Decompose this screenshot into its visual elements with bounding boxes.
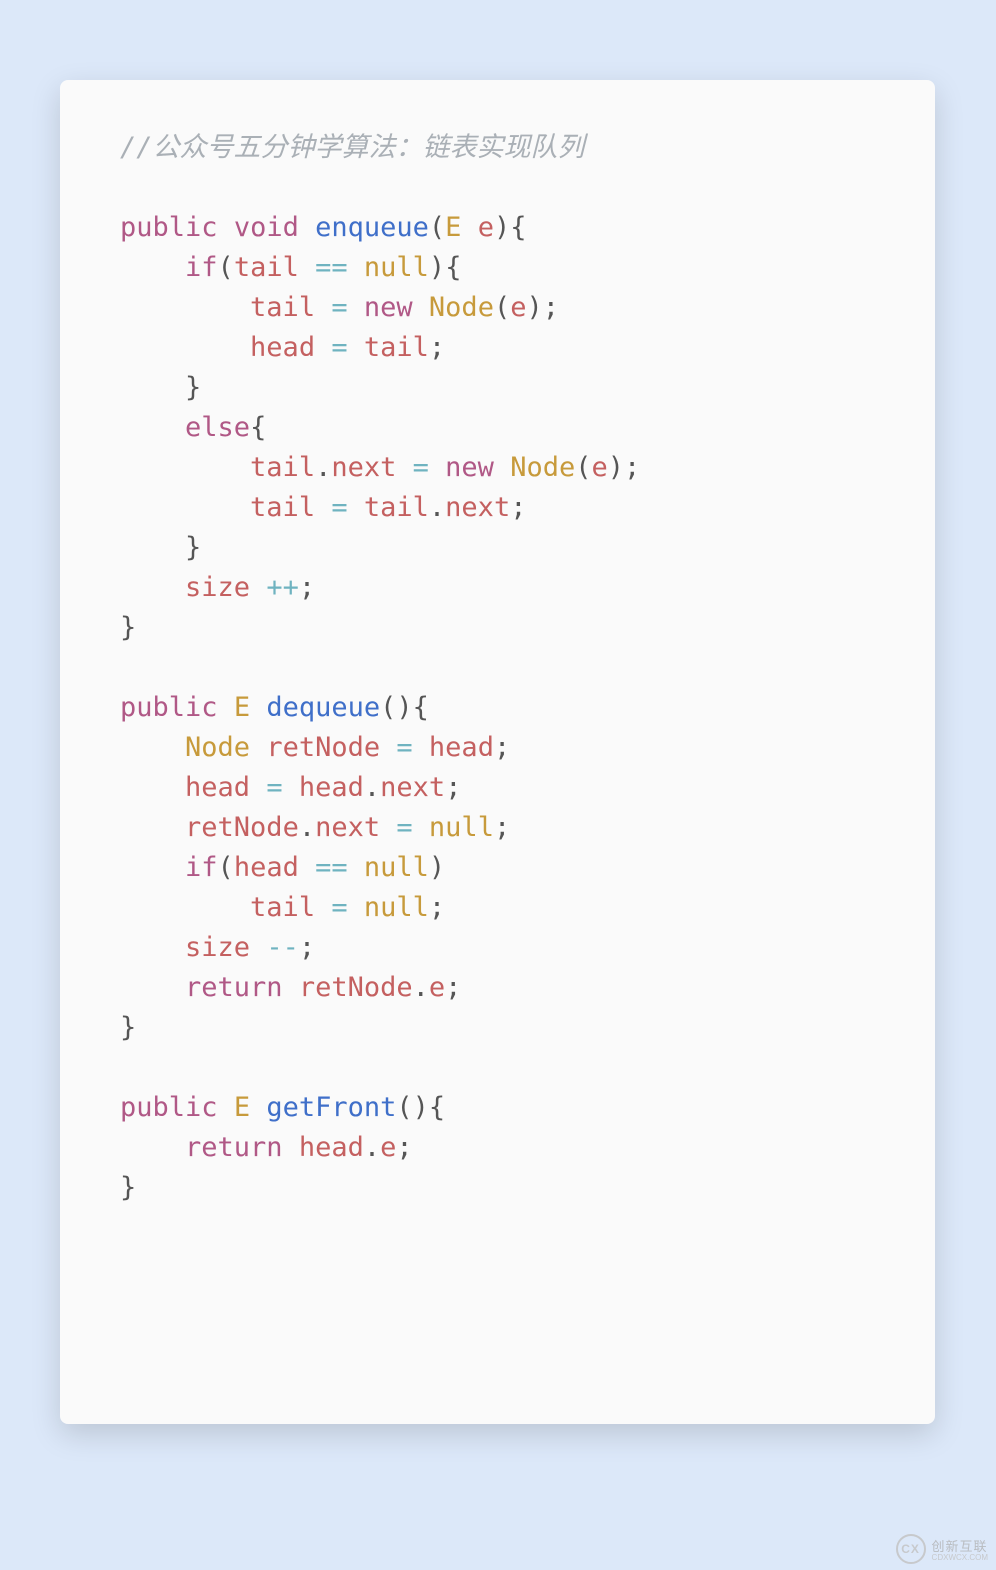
watermark-icon: CX (896, 1534, 926, 1564)
code-block: //公众号五分钟学算法：链表实现队列 public void enqueue(E… (60, 128, 935, 1208)
code-card: //公众号五分钟学算法：链表实现队列 public void enqueue(E… (60, 80, 935, 1424)
code-comment: //公众号五分钟学算法：链表实现队列 (120, 132, 585, 163)
watermark-text: 创新互联 CDXWCX.COM (932, 1536, 988, 1562)
watermark-brand: 创新互联 (932, 1539, 988, 1554)
watermark-sub: CDXWCX.COM (932, 1553, 988, 1562)
watermark: CX 创新互联 CDXWCX.COM (896, 1534, 988, 1564)
